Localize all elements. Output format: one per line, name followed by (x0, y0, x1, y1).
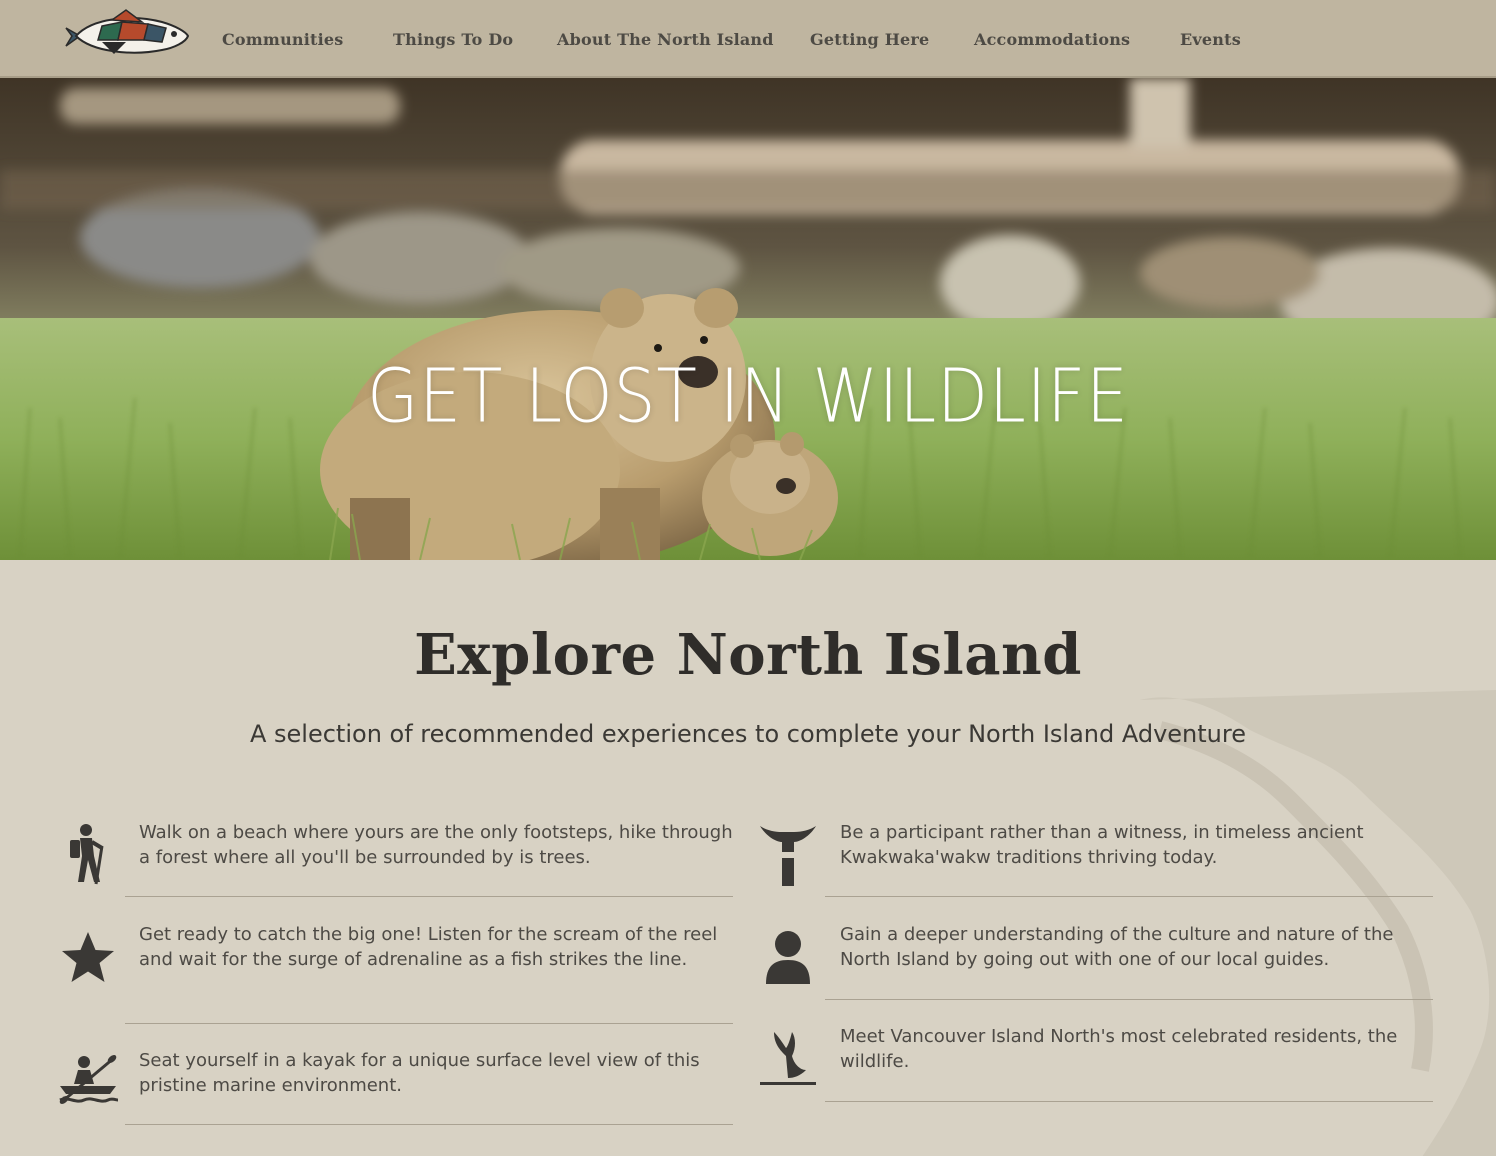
hero-title: GET LOST IN WILDLIFE (367, 353, 1129, 440)
nav-item-events[interactable]: Events (1180, 30, 1241, 49)
divider (125, 1023, 733, 1024)
hero-banner: GET LOST IN WILDLIFE (0, 78, 1496, 560)
nav-item-communities[interactable]: Communities (222, 30, 343, 49)
experience-text: Meet Vancouver Island North's most celeb… (840, 1026, 1398, 1072)
top-navigation: Communities Things To Do About The North… (0, 0, 1496, 78)
person-icon (766, 931, 810, 984)
divider (825, 1101, 1433, 1102)
experience-text: Walk on a beach where yours are the only… (139, 822, 733, 868)
totem-icon (760, 826, 816, 886)
hero-wildlife-photo (0, 78, 1496, 560)
star-icon (62, 932, 114, 982)
whale-tail-icon (760, 1032, 816, 1085)
nav-item-about[interactable]: About The North Island (557, 30, 774, 49)
divider (125, 1124, 733, 1125)
hiker-icon (70, 824, 104, 885)
section-title: Explore North Island (414, 622, 1082, 688)
experience-text: Gain a deeper understanding of the cultu… (840, 924, 1394, 970)
experience-text: Be a participant rather than a witness, … (840, 822, 1364, 868)
experience-text: Seat yourself in a kayak for a unique su… (139, 1050, 700, 1096)
divider (825, 999, 1433, 1000)
kayak-icon (59, 1055, 119, 1104)
salmon-logo-icon[interactable] (62, 6, 190, 66)
section-subtitle: A selection of recommended experiences t… (249, 720, 1246, 748)
nav-item-things-to-do[interactable]: Things To Do (393, 30, 513, 49)
divider (825, 896, 1433, 897)
explore-section: Explore North Island A selection of reco… (0, 560, 1496, 1156)
divider (125, 896, 733, 897)
nav-item-accommodations[interactable]: Accommodations (974, 30, 1130, 49)
experience-text: Get ready to catch the big one! Listen f… (139, 924, 718, 970)
nav-item-getting-here[interactable]: Getting Here (810, 30, 929, 49)
